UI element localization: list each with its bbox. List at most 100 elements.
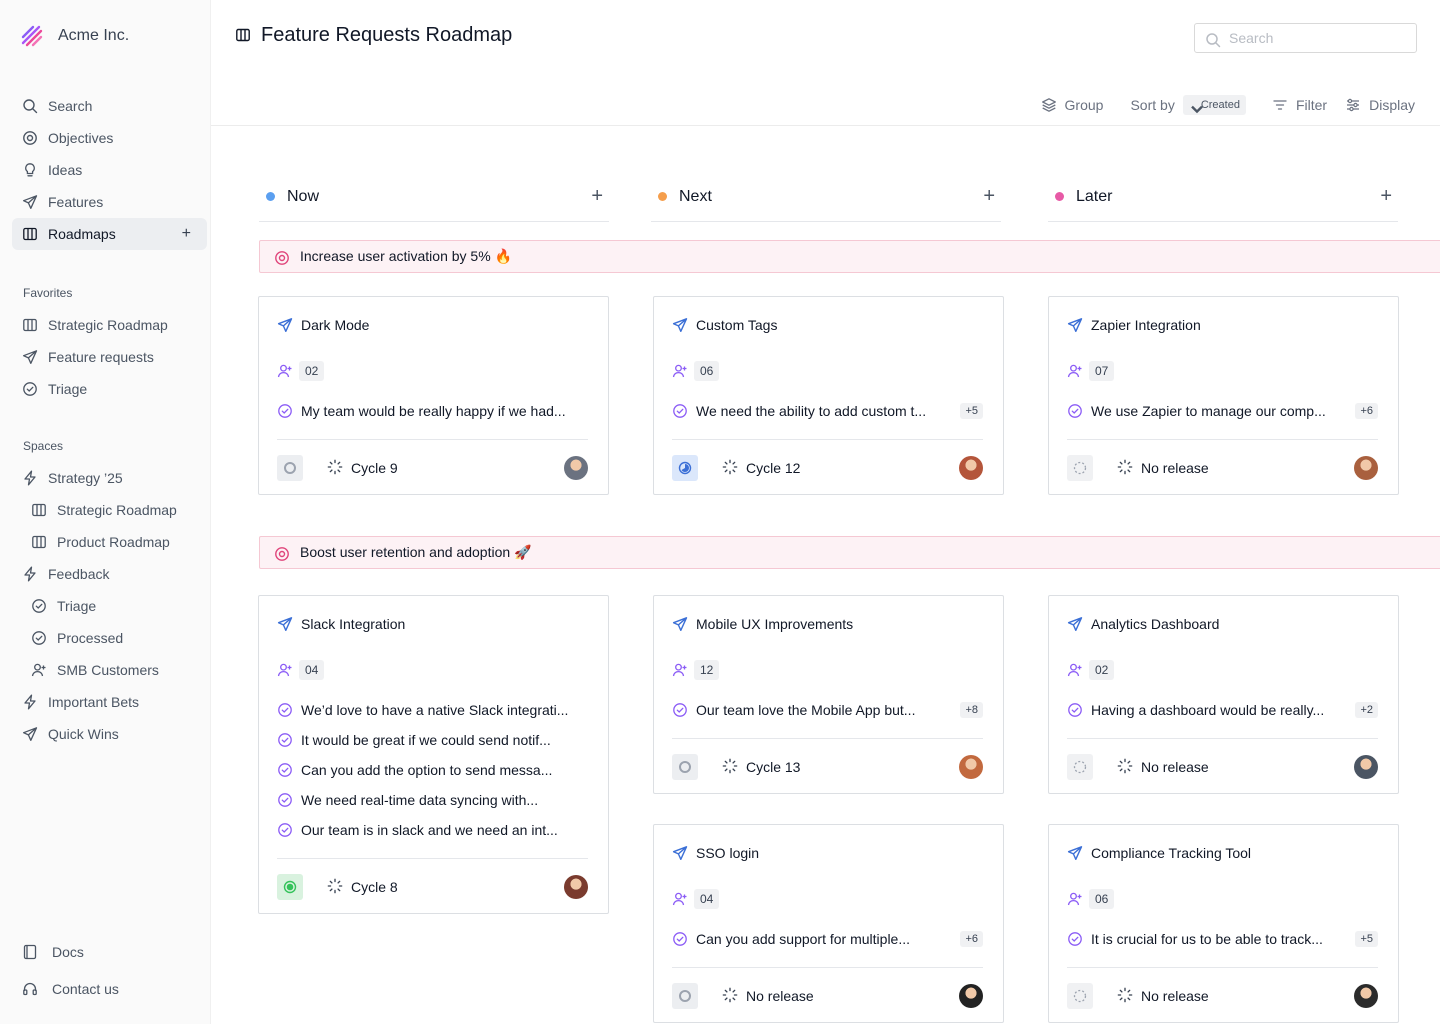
space-triage[interactable]: Triage <box>12 590 207 622</box>
space-processed[interactable]: Processed <box>12 622 207 654</box>
requester-count-badge: 06 <box>1089 889 1115 909</box>
linked-request[interactable]: Our team love the Mobile App but... +8 <box>672 700 983 720</box>
feature-card[interactable]: Custom Tags 06 We need the ability to add … <box>653 296 1004 495</box>
add-roadmap-button[interactable]: + <box>182 225 191 243</box>
card-title: Analytics Dashboard <box>1091 616 1220 632</box>
linked-request[interactable]: We need real-time data syncing with... <box>277 790 588 810</box>
linked-request[interactable]: My team would be really happy if we had.… <box>277 401 588 421</box>
space-important-bets[interactable]: Important Bets <box>12 686 207 718</box>
add-to-later-button[interactable]: + <box>1380 185 1392 208</box>
nav-item-features[interactable]: Features <box>12 186 207 218</box>
status-icon[interactable] <box>672 455 698 481</box>
cycle-icon <box>722 987 740 1005</box>
feature-card[interactable]: Slack Integration 04 We’d love to have a n… <box>258 595 609 914</box>
status-icon[interactable] <box>277 874 303 900</box>
favorite-strategic-roadmap[interactable]: Strategic Roadmap <box>12 309 207 341</box>
linked-request[interactable]: We use Zapier to manage our comp... +6 <box>1067 401 1378 421</box>
cycle-selector[interactable]: No release <box>722 987 814 1005</box>
card-divider <box>1067 967 1378 968</box>
card-divider <box>277 858 588 859</box>
cycle-selector[interactable]: No release <box>1117 987 1209 1005</box>
objective-banner[interactable]: Increase user activation by 5% 🔥 <box>259 240 1440 273</box>
search-box[interactable] <box>1194 23 1417 53</box>
bolt-icon <box>22 566 38 582</box>
cycle-selector[interactable]: Cycle 12 <box>722 459 800 477</box>
map-icon <box>235 27 251 44</box>
feature-card[interactable]: SSO login 04 Can you add support for multi… <box>653 824 1004 1023</box>
nav-item-search[interactable]: Search <box>12 90 207 122</box>
cycle-selector[interactable]: No release <box>1117 758 1209 776</box>
cycle-selector[interactable]: Cycle 13 <box>722 758 800 776</box>
assignee-avatar[interactable] <box>959 456 983 480</box>
space-product-roadmap[interactable]: Product Roadmap <box>12 526 207 558</box>
column-color-dot <box>658 192 667 201</box>
display-button[interactable]: Display <box>1345 97 1415 113</box>
status-icon[interactable] <box>1067 983 1093 1009</box>
sort-value-chip[interactable]: Created <box>1182 95 1246 115</box>
assignee-avatar[interactable] <box>564 875 588 899</box>
linked-request-text: Can you add the option to send messa... <box>301 762 553 778</box>
linked-request[interactable]: We need the ability to add custom t... +5 <box>672 401 983 421</box>
assignee-avatar[interactable] <box>1354 984 1378 1008</box>
space-strategy-25[interactable]: Strategy ’25 <box>12 462 207 494</box>
space-smb-customers[interactable]: SMB Customers <box>12 654 207 686</box>
feature-card[interactable]: Mobile UX Improvements 12 Our team love th… <box>653 595 1004 794</box>
cycle-selector[interactable]: Cycle 9 <box>327 459 398 477</box>
column-now: Now + <box>259 172 609 222</box>
more-requests-badge[interactable]: +5 <box>960 403 983 419</box>
linked-request[interactable]: Can you add support for multiple... +6 <box>672 929 983 949</box>
feature-card[interactable]: Dark Mode 02 My team would be really happy… <box>258 296 609 495</box>
nav-item-label: Product Roadmap <box>57 534 170 550</box>
more-requests-badge[interactable]: +6 <box>960 931 983 947</box>
status-icon[interactable] <box>277 455 303 481</box>
card-divider <box>672 738 983 739</box>
more-requests-badge[interactable]: +2 <box>1355 702 1378 718</box>
space-strategic-roadmap[interactable]: Strategic Roadmap <box>12 494 207 526</box>
linked-request[interactable]: Our team is in slack and we need an int.… <box>277 820 588 840</box>
cycle-selector[interactable]: Cycle 8 <box>327 878 398 896</box>
status-icon[interactable] <box>672 754 698 780</box>
space-quick-wins[interactable]: Quick Wins <box>12 718 207 750</box>
linked-request[interactable]: It is crucial for us to be able to track… <box>1067 929 1378 949</box>
search-input[interactable] <box>1229 30 1399 46</box>
assignee-avatar[interactable] <box>959 755 983 779</box>
status-icon[interactable] <box>1067 455 1093 481</box>
group-button[interactable]: Group <box>1041 97 1103 113</box>
feature-card[interactable]: Zapier Integration 07 We use Zapier to man… <box>1048 296 1399 495</box>
favorite-feature-requests[interactable]: Feature requests <box>12 341 207 373</box>
requester-count: 07 <box>1067 361 1115 381</box>
filter-button[interactable]: Filter <box>1272 97 1327 113</box>
favorite-triage[interactable]: Triage <box>12 373 207 405</box>
nav-item-ideas[interactable]: Ideas <box>12 154 207 186</box>
status-icon[interactable] <box>672 983 698 1009</box>
space-feedback[interactable]: Feedback <box>12 558 207 590</box>
card-title: Zapier Integration <box>1091 317 1201 333</box>
objective-banner[interactable]: Boost user retention and adoption 🚀 <box>259 536 1440 569</box>
nav-item-docs[interactable]: Docs <box>12 936 207 968</box>
assignee-avatar[interactable] <box>1354 456 1378 480</box>
linked-request[interactable]: Having a dashboard would be really... +2 <box>1067 700 1378 720</box>
feature-card[interactable]: Analytics Dashboard 02 Having a dashboard … <box>1048 595 1399 794</box>
nav-item-contact-us[interactable]: Contact us <box>12 973 207 1005</box>
assignee-avatar[interactable] <box>564 456 588 480</box>
sort-control[interactable]: Sort by Created <box>1130 95 1246 115</box>
feature-card[interactable]: Compliance Tracking Tool 06 It is crucial … <box>1048 824 1399 1023</box>
linked-request[interactable]: Can you add the option to send messa... <box>277 760 588 780</box>
nav-item-objectives[interactable]: Objectives <box>12 122 207 154</box>
cycle-selector[interactable]: No release <box>1117 459 1209 477</box>
requester-count: 12 <box>672 660 720 680</box>
paper-plane-icon <box>22 726 38 742</box>
nav-item-label: Strategic Roadmap <box>48 317 168 333</box>
linked-request[interactable]: It would be great if we could send notif… <box>277 730 588 750</box>
nav-item-roadmaps[interactable]: Roadmaps + <box>12 218 207 250</box>
add-to-next-button[interactable]: + <box>983 185 995 208</box>
add-to-now-button[interactable]: + <box>591 185 603 208</box>
assignee-avatar[interactable] <box>959 984 983 1008</box>
assignee-avatar[interactable] <box>1354 755 1378 779</box>
status-icon[interactable] <box>1067 754 1093 780</box>
more-requests-badge[interactable]: +5 <box>1355 931 1378 947</box>
linked-request[interactable]: We’d love to have a native Slack integra… <box>277 700 588 720</box>
more-requests-badge[interactable]: +8 <box>960 702 983 718</box>
more-requests-badge[interactable]: +6 <box>1355 403 1378 419</box>
workspace-switcher[interactable]: Acme Inc. <box>20 24 129 48</box>
